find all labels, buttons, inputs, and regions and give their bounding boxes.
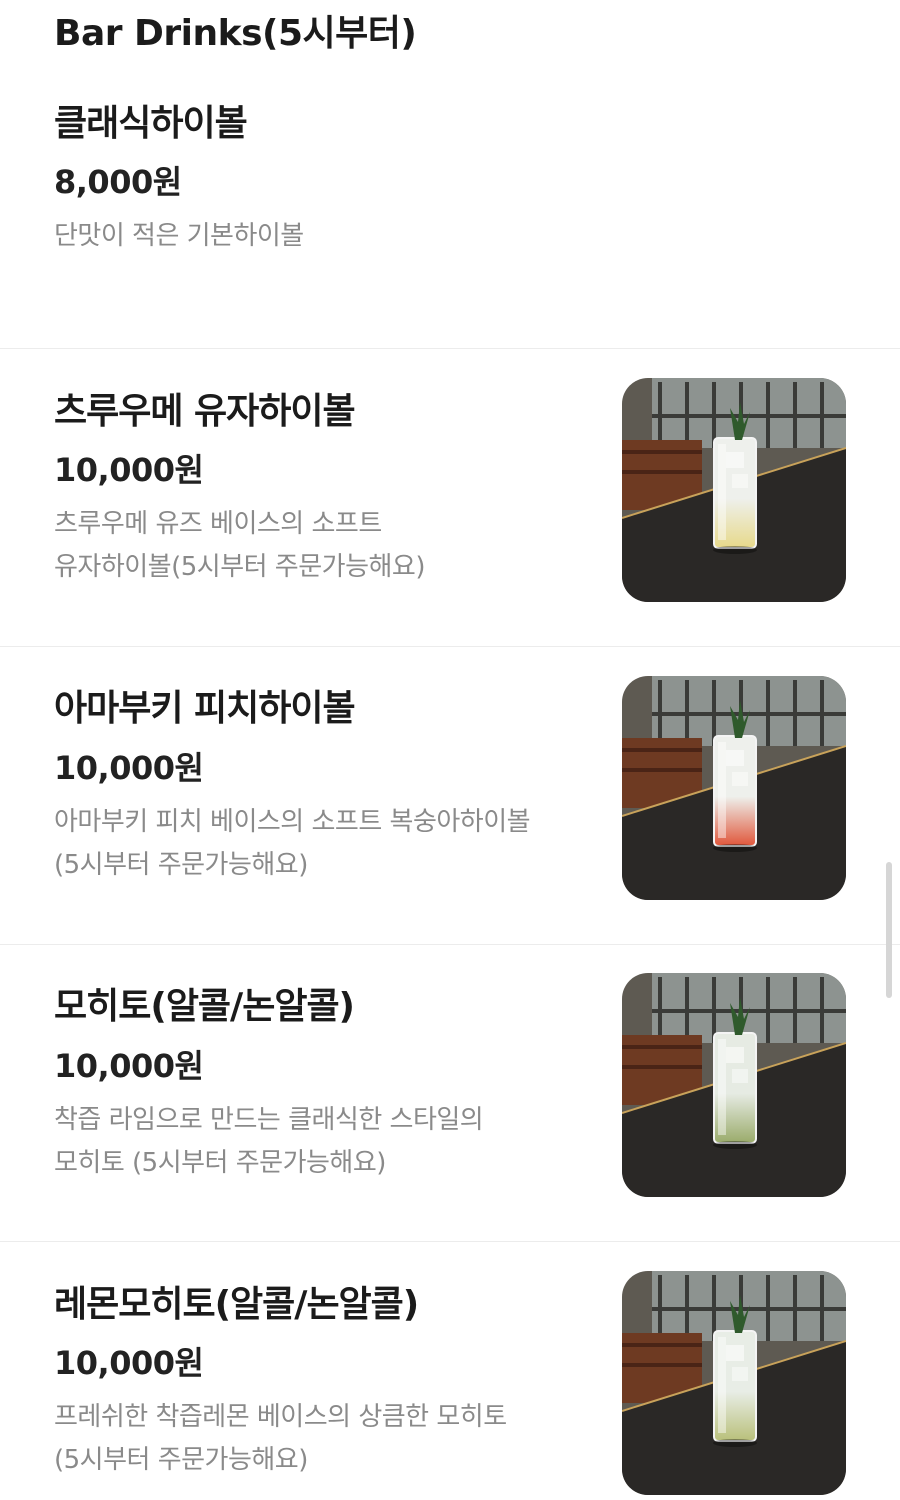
menu-item-price: 10,000원	[54, 1344, 204, 1382]
menu-item-price: 10,000원	[54, 749, 204, 787]
menu-item-mojito[interactable]: 모히토(알콜/논알콜) 10,000원 착즙 라임으로 만드는 클래식한 스타일…	[0, 945, 900, 1242]
menu-item-description-line: 모히토 (5시부터 주문가능해요)	[54, 1148, 386, 1178]
menu-item-name: 아마부키 피치하이볼	[54, 688, 356, 729]
menu-item-description: 츠루우메 유즈 베이스의 소프트 유자하이볼(5시부터 주문가능해요)	[54, 503, 574, 589]
menu-item-description-line: 단맛이 적은 기본하이볼	[54, 221, 304, 251]
menu-item-photo[interactable]	[622, 973, 846, 1197]
menu-item-lemon-mojito[interactable]: 레몬모히토(알콜/논알콜) 10,000원 프레쉬한 착즙레몬 베이스의 상큼한…	[0, 1242, 900, 1500]
drink-photo-graphic	[622, 973, 846, 1197]
menu-item-photo[interactable]	[622, 1271, 846, 1495]
menu-item-description: 착즙 라임으로 만드는 클래식한 스타일의 모히토 (5시부터 주문가능해요)	[54, 1099, 574, 1185]
menu-item-description-line: 착즙 라임으로 만드는 클래식한 스타일의	[54, 1105, 484, 1135]
menu-item-description-line: (5시부터 주문가능해요)	[54, 1445, 308, 1475]
menu-item-peach-highball[interactable]: 아마부키 피치하이볼 10,000원 아마부키 피치 베이스의 소프트 복숭아하…	[0, 647, 900, 945]
menu-item-description-line: 유자하이볼(5시부터 주문가능해요)	[54, 552, 425, 582]
menu-item-description-line: 프레쉬한 착즙레몬 베이스의 상큼한 모히토	[54, 1402, 507, 1432]
menu-item-description-line: 츠루우메 유즈 베이스의 소프트	[54, 509, 382, 539]
menu-item-price: 10,000원	[54, 1047, 204, 1085]
menu-item-description: 아마부키 피치 베이스의 소프트 복숭아하이볼 (5시부터 주문가능해요)	[54, 801, 574, 887]
menu-item-description-line: 아마부키 피치 베이스의 소프트 복숭아하이볼	[54, 807, 531, 837]
menu-item-price: 8,000원	[54, 163, 182, 201]
menu-item-name: 레몬모히토(알콜/논알콜)	[54, 1284, 419, 1325]
menu-item-name: 츠루우메 유자하이볼	[54, 391, 356, 432]
menu-item-yuzu-highball[interactable]: 츠루우메 유자하이볼 10,000원 츠루우메 유즈 베이스의 소프트 유자하이…	[0, 349, 900, 647]
menu-item-description: 프레쉬한 착즙레몬 베이스의 상큼한 모히토 (5시부터 주문가능해요)	[54, 1396, 574, 1482]
menu-item-description-line: (5시부터 주문가능해요)	[54, 850, 308, 880]
scrollbar[interactable]	[886, 862, 892, 998]
menu-item-name: 모히토(알콜/논알콜)	[54, 986, 355, 1027]
drink-photo-graphic	[622, 676, 846, 900]
drink-photo-graphic	[622, 378, 846, 602]
menu-item-photo[interactable]	[622, 676, 846, 900]
menu-item-description: 단맛이 적은 기본하이볼	[54, 215, 574, 258]
menu-item-price: 10,000원	[54, 451, 204, 489]
menu-item-classic-highball[interactable]: 클래식하이볼 8,000원 단맛이 적은 기본하이볼	[0, 0, 900, 349]
drink-photo-graphic	[622, 1271, 846, 1495]
menu-item-name: 클래식하이볼	[54, 103, 248, 144]
menu-item-photo[interactable]	[622, 378, 846, 602]
